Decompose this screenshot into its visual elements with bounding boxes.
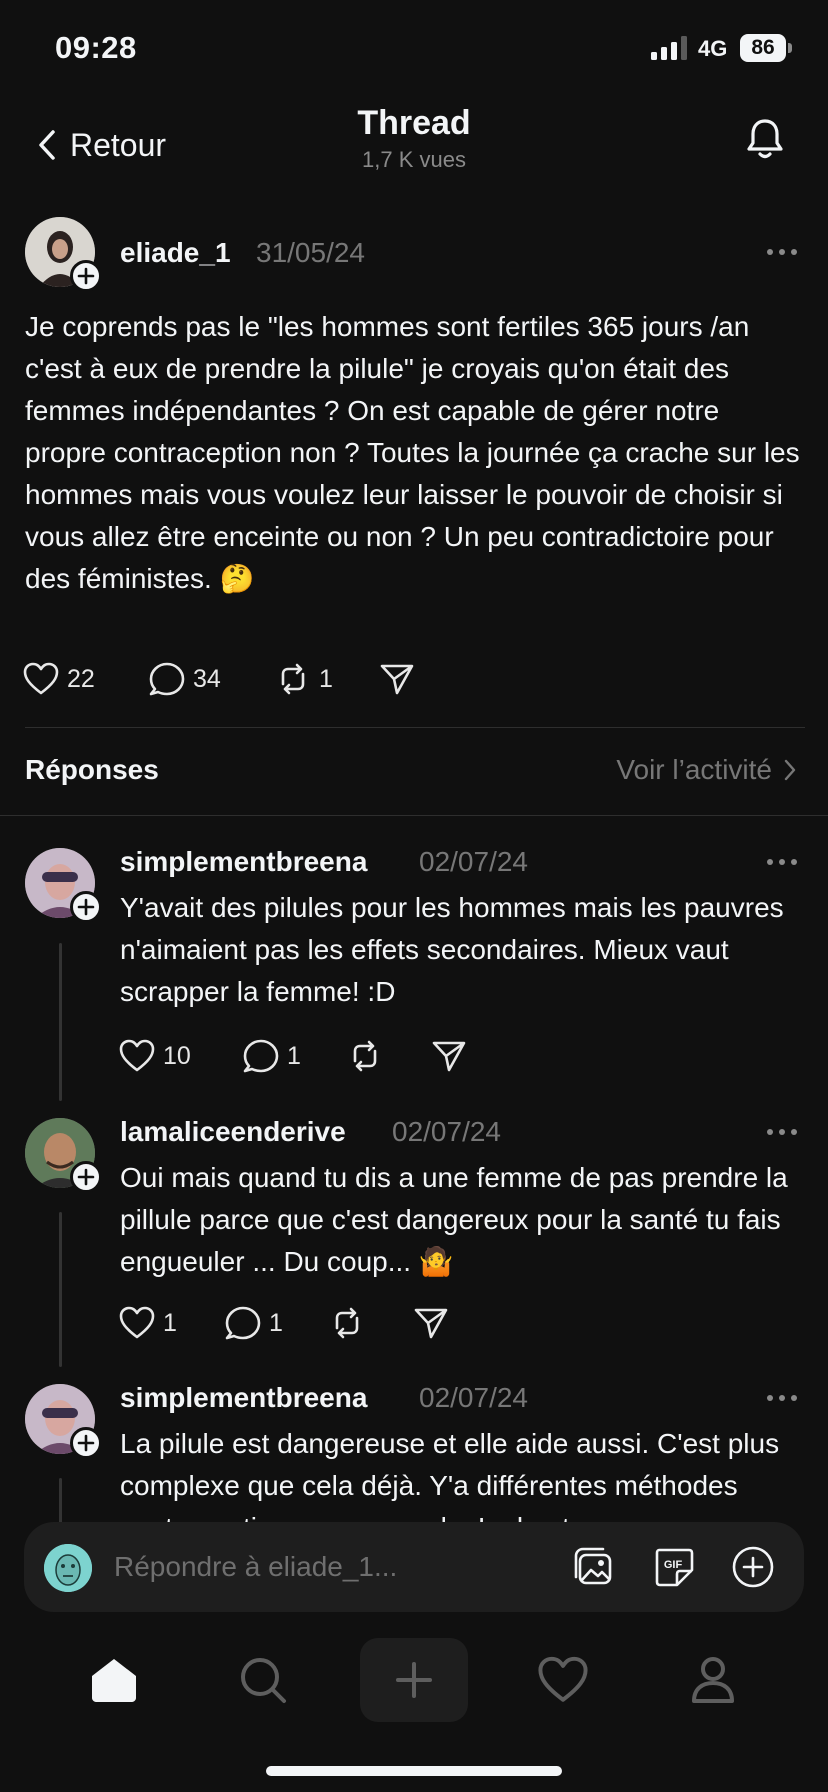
- reply-text: La pilule est dangereuse et elle aide au…: [120, 1428, 780, 1522]
- thread-screen: 09:28 4G 86 Retour Thread 1,7 K vues eli…: [0, 0, 828, 1792]
- more-icon[interactable]: [764, 1392, 800, 1404]
- avatar: [44, 1544, 92, 1592]
- heart-icon: [538, 1656, 588, 1702]
- profile-icon: [692, 1657, 734, 1703]
- tab-bar: [0, 1630, 828, 1730]
- reply-username[interactable]: simplementbreena: [120, 1382, 367, 1414]
- search-icon: [241, 1658, 286, 1703]
- gif-icon[interactable]: GIF: [651, 1544, 697, 1590]
- avatar-image: [44, 1544, 92, 1592]
- tab-home[interactable]: [69, 1638, 159, 1722]
- reply-date: 02/07/24: [419, 1382, 528, 1413]
- home-indicator: [266, 1766, 562, 1776]
- thread-line: [59, 1478, 62, 1522]
- image-icon[interactable]: [571, 1544, 617, 1590]
- home-icon: [92, 1659, 136, 1702]
- reply-item: simplementbreena 02/07/24 La pilule est …: [0, 0, 828, 1522]
- tab-activity[interactable]: [518, 1638, 608, 1722]
- svg-text:GIF: GIF: [664, 1559, 683, 1571]
- reply-composer: GIF: [24, 1522, 804, 1612]
- reply-input[interactable]: [114, 1544, 564, 1590]
- follow-plus-icon[interactable]: [70, 1427, 102, 1459]
- plus-circle-icon[interactable]: [730, 1544, 776, 1590]
- plus-icon: [396, 1662, 432, 1698]
- tab-create[interactable]: [360, 1638, 468, 1722]
- tab-profile[interactable]: [668, 1638, 758, 1722]
- tab-search[interactable]: [218, 1638, 308, 1722]
